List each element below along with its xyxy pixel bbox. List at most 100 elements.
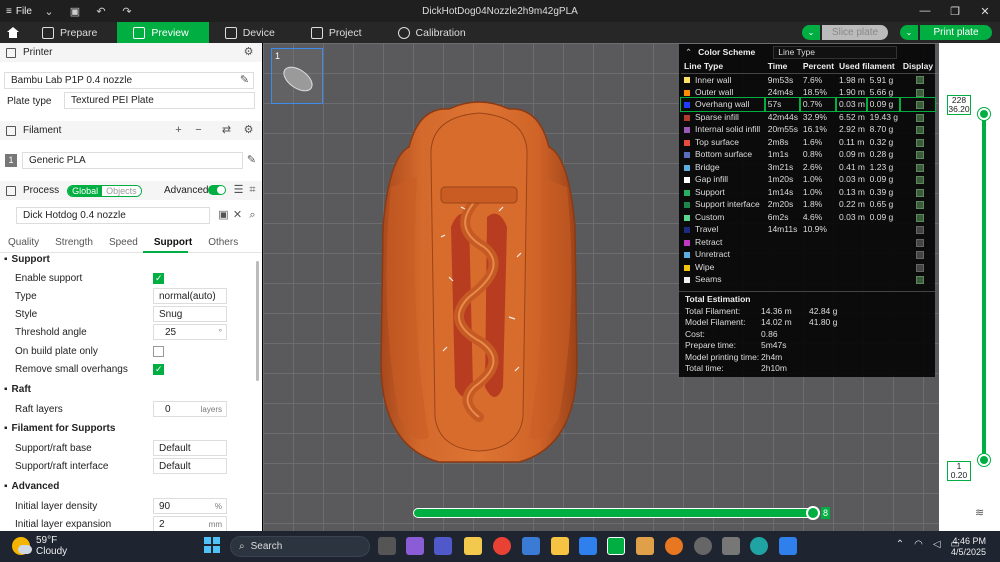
move-slider-handle[interactable] [806, 506, 820, 520]
top-layer-handle[interactable] [978, 108, 990, 120]
layers-icon[interactable]: ≋ [975, 506, 984, 519]
redo-icon[interactable]: ↷ [118, 3, 136, 19]
remove-filament-icon[interactable]: − [193, 125, 204, 136]
support-interface-select[interactable]: Default [153, 458, 227, 474]
display-checkbox[interactable] [915, 226, 924, 234]
save-process-icon[interactable]: ▣ [218, 210, 229, 221]
global-option[interactable]: Global [68, 185, 103, 196]
printer-settings-icon[interactable]: ⚙ [243, 47, 254, 58]
start-icon[interactable] [204, 537, 220, 553]
home-icon[interactable] [0, 22, 26, 43]
bambu-studio-icon[interactable] [607, 537, 625, 555]
display-checkbox[interactable] [915, 151, 924, 159]
chevron-up-icon[interactable]: ⌃ [896, 539, 904, 550]
sync-icon[interactable]: ⇄ [221, 125, 232, 136]
file-explorer-icon[interactable] [464, 537, 482, 555]
minimize-button[interactable]: — [910, 0, 940, 22]
edit-filament-icon[interactable]: ✎ [246, 155, 257, 166]
hotdog-model[interactable] [369, 87, 589, 477]
print-plate-button[interactable]: Print plate [920, 25, 992, 40]
search-icon[interactable]: ⌕ [247, 210, 258, 221]
plate-type-select[interactable]: Textured PEI Plate [64, 92, 255, 109]
clock[interactable]: 4:46 PM 4/5/2025 [951, 536, 986, 558]
tab-others[interactable]: Others [200, 233, 246, 253]
list-icon[interactable]: ☰ [233, 185, 244, 196]
photos-icon[interactable] [579, 537, 597, 555]
copilot-icon[interactable] [406, 537, 424, 555]
initial-density-input[interactable]: 90 % [153, 498, 227, 514]
layer-track[interactable] [982, 108, 986, 460]
tab-strength[interactable]: Strength [47, 233, 101, 253]
task-view-icon[interactable] [378, 537, 396, 555]
taskbar-search[interactable]: ⌕ Search [230, 536, 370, 557]
initial-expansion-input[interactable]: 2 mm [153, 516, 227, 531]
edit-icon[interactable]: ✎ [239, 75, 250, 86]
chrome-icon[interactable] [493, 537, 511, 555]
tab-quality[interactable]: Quality [0, 233, 47, 253]
enable-support-checkbox[interactable] [153, 272, 164, 284]
slice-plate-button[interactable]: Slice plate [822, 25, 888, 40]
slice-dropdown-icon[interactable]: ⌄ [802, 25, 820, 40]
tab-calibration[interactable]: Calibration [382, 22, 486, 43]
speaker-icon[interactable]: ◁ [933, 539, 941, 550]
collapse-icon[interactable]: ⌃ [685, 47, 692, 58]
store-icon[interactable] [522, 537, 540, 555]
blender-icon[interactable] [665, 537, 683, 555]
compare-icon[interactable]: ⌗ [247, 185, 258, 196]
display-checkbox[interactable] [915, 126, 924, 134]
scheme-select[interactable]: Line Type [773, 45, 898, 59]
teams-icon[interactable] [434, 537, 452, 555]
remove-small-checkbox[interactable] [153, 363, 164, 375]
save-icon[interactable]: ▣ [66, 3, 84, 19]
display-checkbox[interactable] [915, 163, 924, 172]
display-checkbox[interactable] [915, 251, 924, 259]
display-checkbox[interactable] [915, 201, 924, 209]
close-process-icon[interactable]: ✕ [232, 210, 243, 221]
type-select[interactable]: normal(auto) [153, 288, 227, 304]
weather-widget[interactable]: 59°F Cloudy [12, 535, 67, 557]
chevron-down-icon[interactable]: ⌄ [40, 3, 58, 19]
display-checkbox[interactable] [915, 138, 924, 147]
maximize-button[interactable]: ❐ [940, 0, 970, 22]
tab-support[interactable]: Support [146, 233, 200, 253]
scrollbar[interactable] [256, 261, 259, 381]
style-select[interactable]: Snug [153, 306, 227, 322]
tab-speed[interactable]: Speed [101, 233, 146, 253]
print-dropdown-icon[interactable]: ⌄ [900, 25, 918, 40]
display-checkbox[interactable] [915, 238, 924, 247]
threshold-input[interactable]: 25 ° [153, 324, 227, 340]
display-checkbox[interactable] [915, 113, 924, 122]
plate-thumbnail[interactable]: 1 [271, 48, 323, 104]
global-objects-switch[interactable]: Global Objects [67, 184, 142, 197]
display-checkbox[interactable] [915, 76, 924, 85]
process-select[interactable]: Dick Hotdog 0.4 nozzle [16, 207, 210, 224]
filament-select[interactable]: Generic PLA [22, 152, 243, 169]
wifi-icon[interactable]: ◠ [914, 539, 923, 550]
printer-select[interactable]: Bambu Lab P1P 0.4 nozzle ✎ [4, 72, 254, 89]
file-menu[interactable]: ≡ File [6, 6, 32, 17]
display-checkbox[interactable] [915, 176, 924, 184]
app-icon-3[interactable] [694, 537, 712, 555]
objects-option[interactable]: Objects [102, 185, 141, 196]
display-checkbox[interactable] [915, 88, 924, 97]
advanced-toggle[interactable] [208, 185, 226, 195]
bottom-layer-handle[interactable] [978, 454, 990, 466]
add-filament-icon[interactable]: + [173, 125, 184, 136]
tab-prepare[interactable]: Prepare [26, 22, 117, 43]
filament-settings-icon[interactable]: ⚙ [243, 125, 254, 136]
support-base-select[interactable]: Default [153, 440, 227, 456]
tab-project[interactable]: Project [295, 22, 382, 43]
raft-layers-input[interactable]: 0 layers [153, 401, 227, 417]
display-checkbox[interactable] [915, 276, 924, 284]
app-icon-2[interactable] [636, 537, 654, 555]
tab-device[interactable]: Device [209, 22, 295, 43]
close-button[interactable]: ✕ [970, 0, 1000, 22]
display-checkbox[interactable] [915, 188, 924, 197]
tab-preview[interactable]: Preview [117, 22, 209, 43]
display-checkbox[interactable] [915, 263, 924, 272]
undo-icon[interactable]: ↶ [92, 3, 110, 19]
app-icon-4[interactable] [722, 537, 740, 555]
on-build-plate-checkbox[interactable] [153, 345, 164, 357]
edge-icon[interactable] [750, 537, 768, 555]
move-slider[interactable] [413, 508, 818, 518]
